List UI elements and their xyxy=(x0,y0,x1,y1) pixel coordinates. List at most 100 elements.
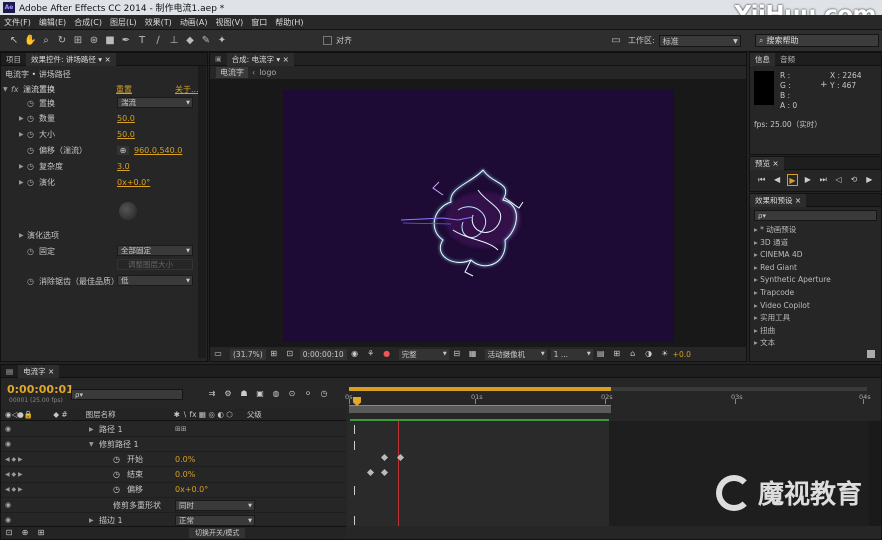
workspace-dropdown[interactable]: 标准 ▼ xyxy=(658,34,741,47)
stopwatch-icon[interactable]: ◷ xyxy=(318,388,330,400)
menu-item-5[interactable]: 动画(A) xyxy=(176,17,212,28)
layer-in-marker[interactable] xyxy=(354,425,355,434)
tab-project[interactable]: 项目 xyxy=(1,53,26,66)
menu-item-0[interactable]: 文件(F) xyxy=(0,17,35,28)
displacement-dropdown[interactable]: 湍流 ▼ xyxy=(117,97,193,108)
timeline-prop-value[interactable]: 0.0% xyxy=(175,455,195,464)
toggle-switches-modes-button[interactable]: 切换开关/模式 xyxy=(189,528,246,538)
effects-category-item[interactable]: ▸ Video Copilot xyxy=(750,300,881,313)
breadcrumb-logo[interactable]: logo xyxy=(259,68,276,77)
puppet-tool-icon[interactable]: ✦ xyxy=(216,35,228,47)
zoom-tool-icon[interactable]: ⌕ xyxy=(40,35,52,47)
toggle-pixel-aspect-icon[interactable]: ▤ xyxy=(595,348,607,360)
frame-blending-icon[interactable]: ▣ xyxy=(254,388,266,400)
effect-prop-row[interactable]: ▶ ◷ 数量 50.0 xyxy=(19,111,224,125)
reset-exposure-icon[interactable]: ◑ xyxy=(643,348,655,360)
effects-category-item[interactable]: ▸ 实用工具 xyxy=(750,312,881,325)
snapshot-icon[interactable]: ◉ xyxy=(349,348,361,360)
stopwatch-icon[interactable]: ◷ xyxy=(27,114,39,123)
channel-icon[interactable]: ● xyxy=(381,348,393,360)
timeline-layer-row[interactable]: ◀ ◆ ▶ ◷ 开始 0.0% xyxy=(1,452,346,468)
zoom-dropdown[interactable]: (31.7%) xyxy=(230,348,266,360)
brush-tool-icon[interactable]: ∕ xyxy=(152,35,164,47)
effect-prop-row[interactable]: ◷ 置换 湍流 ▼ xyxy=(19,96,224,110)
layer-in-marker[interactable] xyxy=(354,441,355,450)
comp-mini-flowchart-icon[interactable]: ⇉ xyxy=(206,388,218,400)
fixed-dropdown[interactable]: 全部固定 ▼ xyxy=(117,245,193,256)
rotate-tool-icon[interactable]: ↻ xyxy=(56,35,68,47)
fast-draft-icon[interactable]: ⌂ xyxy=(627,348,639,360)
graph-editor-icon[interactable]: ⊙ xyxy=(286,388,298,400)
comp-timecode[interactable]: 0:00:00:10 xyxy=(299,348,347,360)
time-ruler[interactable]: 0s 01s 02s 03s 04s xyxy=(345,383,871,419)
hand-tool-icon[interactable]: ✋ xyxy=(24,35,36,47)
stopwatch-icon[interactable]: ◷ xyxy=(27,99,39,108)
path-switch-icon[interactable]: ⊞⊞ xyxy=(175,425,187,433)
tab-timeline[interactable]: 电流字 × xyxy=(18,364,60,378)
expand-triangle-icon[interactable]: ▶ xyxy=(19,163,27,170)
expand-triangle-icon[interactable]: ▶ xyxy=(89,517,94,524)
eraser-tool-icon[interactable]: ◆ xyxy=(184,35,196,47)
draft-3d-icon[interactable]: ⚙ xyxy=(222,388,234,400)
effect-prop-value[interactable]: 960.0,540.0 xyxy=(134,146,182,155)
menu-item-8[interactable]: 帮助(H) xyxy=(271,17,307,28)
resize-layer-checkbox[interactable]: 调整图层大小 xyxy=(117,259,193,270)
comp-lock-icon[interactable]: ▣ xyxy=(210,53,227,66)
play-icon[interactable]: ▶ xyxy=(786,174,799,186)
type-tool-icon[interactable]: T xyxy=(136,35,148,47)
tab-info[interactable]: 信息 xyxy=(750,52,775,66)
camera-dropdown[interactable]: 活动摄像机 ▼ xyxy=(484,348,547,360)
timeline-layer-row[interactable]: ◉ ▶ 路径 1 ⊞⊞ xyxy=(1,422,346,437)
show-snapshot-icon[interactable]: ⚘ xyxy=(365,348,377,360)
render-queue-icon[interactable]: ▤ xyxy=(1,365,18,378)
effects-category-item[interactable]: ▸ 3D 通道 xyxy=(750,237,881,250)
menu-item-2[interactable]: 合成(C) xyxy=(70,17,106,28)
roto-brush-tool-icon[interactable]: ✎ xyxy=(200,35,212,47)
fx-icon[interactable]: fx xyxy=(11,85,23,94)
timeline-layer-row[interactable]: ◀ ◆ ▶ ◷ 偏移 0x+0.0° xyxy=(1,483,346,498)
loop-icon[interactable]: ⟲ xyxy=(848,174,859,186)
motion-blur-icon[interactable]: ◍ xyxy=(270,388,282,400)
expand-layer-switches-icon[interactable]: ⊡ xyxy=(3,527,15,539)
effects-search-input[interactable]: ρ▾ xyxy=(754,210,877,221)
next-frame-icon[interactable]: ▶ xyxy=(802,174,813,186)
keyframe-nav-icon[interactable]: ◀ ◆ ▶ xyxy=(5,486,23,493)
tab-effect-controls[interactable]: 效果控件: 讲场路径 ▾ × xyxy=(26,52,116,66)
stopwatch-icon[interactable]: ◷ xyxy=(27,247,39,256)
stopwatch-icon[interactable]: ◷ xyxy=(27,130,39,139)
effect-prop-value[interactable]: 0x+0.0° xyxy=(117,178,150,187)
camera-tool-icon[interactable]: ⊞ xyxy=(72,35,84,47)
pen-tool-icon[interactable]: ✒ xyxy=(120,35,132,47)
first-frame-icon[interactable]: ⏮ xyxy=(756,174,767,186)
expand-triangle-icon[interactable]: ▼ xyxy=(89,441,94,448)
timeline-prop-value[interactable]: 0x+0.0° xyxy=(175,485,208,494)
effects-category-item[interactable]: ▸ 文本 xyxy=(750,337,881,350)
clone-stamp-tool-icon[interactable]: ⊥ xyxy=(168,35,180,47)
selection-tool-icon[interactable]: ↖ xyxy=(8,35,20,47)
audio-icon[interactable]: ◁ xyxy=(833,174,844,186)
effect-prop-value[interactable]: 3.0 xyxy=(117,162,130,171)
keyframe-nav-icon[interactable]: ◀ ◆ ▶ xyxy=(5,456,23,463)
ram-preview-icon[interactable]: ▶ xyxy=(864,174,875,186)
effect-prop-row[interactable]: ▶ ◷ 演化 0x+0.0° xyxy=(19,175,224,189)
stopwatch-icon[interactable]: ◷ xyxy=(27,277,39,286)
tab-audio[interactable]: 音频 xyxy=(775,53,800,66)
expand-modes-icon[interactable]: ⊕ xyxy=(19,527,31,539)
stopwatch-icon[interactable]: ◷ xyxy=(27,162,39,171)
about-link[interactable]: 关于... xyxy=(175,84,199,95)
menu-item-7[interactable]: 窗口 xyxy=(247,17,271,28)
stopwatch-icon[interactable]: ◷ xyxy=(27,178,39,187)
new-preset-icon[interactable] xyxy=(867,350,875,358)
expand-triangle-icon[interactable]: ▶ xyxy=(19,115,27,122)
work-area-bar[interactable] xyxy=(349,405,611,413)
exposure-icon[interactable]: ☀ xyxy=(659,348,671,360)
stopwatch-icon[interactable]: ◷ xyxy=(113,455,120,464)
shape-tool-icon[interactable]: ■ xyxy=(104,35,116,47)
eye-icon[interactable]: ◉ xyxy=(5,501,11,509)
effects-category-item[interactable]: ▸ * 动画预设 xyxy=(750,224,881,237)
expand-in-out-icon[interactable]: ⊞ xyxy=(35,527,47,539)
effects-category-item[interactable]: ▸ Synthetic Aperture xyxy=(750,274,881,287)
work-area-navigator[interactable] xyxy=(349,387,611,391)
expand-triangle-icon[interactable]: ▶ xyxy=(19,131,27,138)
comp-viewer[interactable] xyxy=(283,90,674,342)
